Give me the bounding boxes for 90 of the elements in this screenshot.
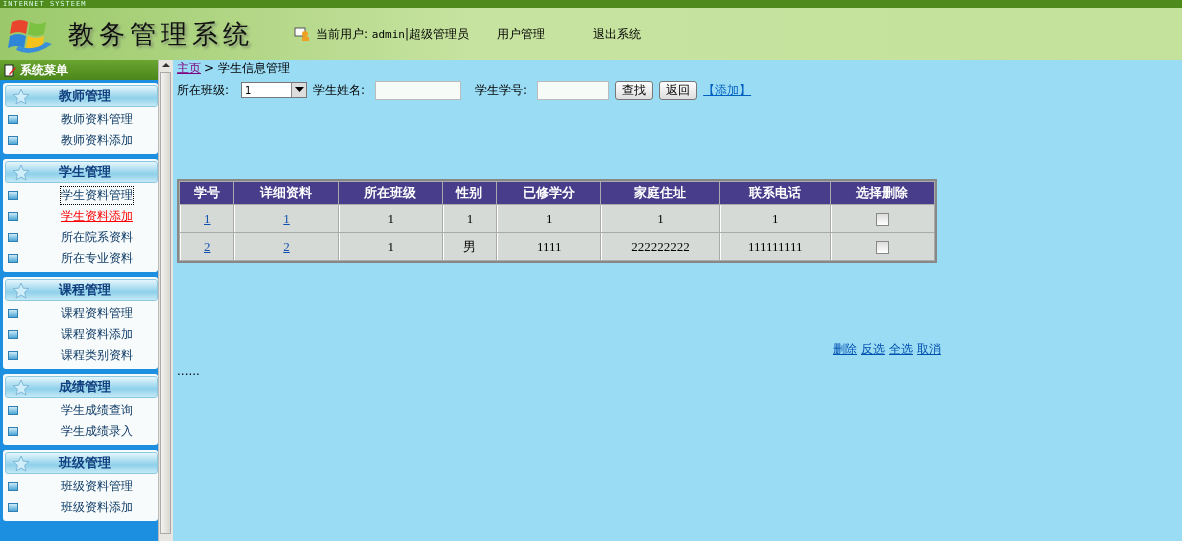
menu-item-link[interactable]: 班级资料管理 [60,477,134,496]
square-bullet-icon [8,309,18,318]
menu-group-header[interactable]: 教师管理 [5,85,158,107]
menu-group-title: 成绩管理 [57,378,112,396]
column-header: 联系电话 [719,182,830,204]
menu-item-link[interactable]: 所在专业资料 [60,249,134,268]
menu-item-link[interactable]: 教师资料添加 [60,131,134,150]
square-bullet-icon [8,330,18,339]
menu-group-title: 班级管理 [57,454,112,472]
square-bullet-icon [8,191,18,200]
class-label: 所在班级: [177,81,230,99]
menu-item-link[interactable]: 班级资料添加 [60,498,134,517]
current-user-text: 当前用户: admin|超级管理员 [316,25,470,43]
square-bullet-icon [8,254,18,263]
column-header: 详细资料 [234,182,338,204]
app-title: 教务管理系统 [68,17,254,51]
table-cell: 1 [442,205,497,232]
menu-group-header[interactable]: 课程管理 [5,279,158,301]
breadcrumb-text: > 学生信息管理 [204,59,290,77]
action-link[interactable]: 取消 [917,341,941,358]
class-dropdown[interactable]: 1 [241,82,308,98]
square-bullet-icon [8,136,18,145]
star-icon [12,163,30,181]
table-cell: 1 [497,205,601,232]
user-icon [294,26,310,42]
table-link[interactable]: 2 [234,233,338,260]
menu-item-link[interactable]: 课程类别资料 [60,346,134,365]
header-link[interactable]: 退出系统 [593,25,642,43]
action-link[interactable]: 反选 [861,341,885,358]
home-link[interactable]: 主页 [177,59,201,77]
menu-item-link[interactable]: 学生成绩查询 [60,401,134,420]
column-header: 学号 [180,182,234,204]
table-cell: 男 [442,233,497,260]
column-header: 所在班级 [338,182,442,204]
menu-item-link[interactable]: 课程资料添加 [60,325,134,344]
menu-group-title: 教师管理 [57,87,112,105]
menu-group-title: 学生管理 [57,163,112,181]
table-link[interactable]: 1 [234,205,338,232]
square-bullet-icon [8,503,18,512]
number-input[interactable] [537,80,610,100]
number-label: 学生学号: [475,81,528,99]
header-link[interactable]: 用户管理 [497,25,546,43]
column-header: 家庭住址 [601,182,719,204]
column-header: 性别 [442,182,497,204]
square-bullet-icon [8,233,18,242]
menu-item-link[interactable]: 学生资料管理 [60,186,134,205]
square-bullet-icon [8,115,18,124]
square-bullet-icon [8,482,18,491]
menu-group-header[interactable]: 成绩管理 [5,376,158,398]
sidebar-title: 系统菜单 [20,61,68,79]
column-header: 已修学分 [497,182,601,204]
edit-icon [4,63,17,77]
star-icon [12,378,30,396]
table-cell: 1 [719,205,830,232]
action-link[interactable]: 删除 [833,341,857,358]
name-input[interactable] [375,80,462,100]
search-button[interactable]: 查找 [615,80,654,100]
menu-group-header[interactable]: 班级管理 [5,452,158,474]
table-cell: 1 [601,205,719,232]
square-bullet-icon [8,427,18,436]
table-cell: 1 [338,233,442,260]
menu-group-title: 课程管理 [57,281,112,299]
add-link[interactable]: 【添加】 [703,81,752,99]
star-icon [12,281,30,299]
ellipsis-text: ...... [177,364,201,378]
action-link[interactable]: 全选 [889,341,913,358]
menu-item-link[interactable]: 教师资料管理 [60,110,134,129]
square-bullet-icon [8,351,18,360]
star-icon [12,454,30,472]
star-icon [12,87,30,105]
back-button[interactable]: 返回 [659,80,698,100]
menu-item-link[interactable]: 所在院系资料 [60,228,134,247]
square-bullet-icon [8,406,18,415]
column-header: 选择删除 [830,182,934,204]
table-cell: 111111111 [719,233,830,260]
menu-item-link[interactable]: 学生成绩录入 [60,422,134,441]
table-cell: 222222222 [601,233,719,260]
name-label: 学生姓名: [313,81,366,99]
table-link[interactable]: 2 [180,233,234,260]
table-cell: 1111 [497,233,601,260]
delete-checkbox[interactable] [876,213,890,226]
square-bullet-icon [8,212,18,221]
caret-icon [294,87,304,93]
menu-group-header[interactable]: 学生管理 [5,161,158,183]
table-link[interactable]: 1 [180,205,234,232]
menu-item-link[interactable]: 学生资料添加 [60,207,134,226]
menu-item-link[interactable]: 课程资料管理 [60,304,134,323]
delete-checkbox[interactable] [876,241,890,254]
table-cell: 1 [338,205,442,232]
scroll-up-icon[interactable] [162,63,170,67]
